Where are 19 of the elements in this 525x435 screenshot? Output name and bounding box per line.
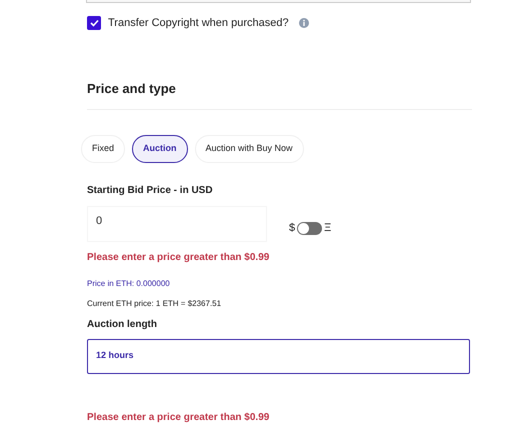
eth-price-text: Price in ETH: 0.000000 [87,278,171,290]
error-message: Please enter a price greater than $0.99 [87,250,270,264]
dollar-label: $ [289,221,296,236]
checkbox[interactable] [87,16,101,30]
type-tab[interactable]: Auction [132,134,188,162]
eth-label: Ξ [324,221,332,236]
currency-toggle[interactable] [297,222,322,235]
type-tab[interactable]: Auction with Buy Now [194,134,304,162]
price-input[interactable]: 0 [87,206,267,242]
type-tab[interactable]: Fixed [81,134,126,162]
checkbox-label: Transfer Copyright when purchased? [108,16,289,31]
field-label: Starting Bid Price - in USD [87,184,214,198]
error-message: Please enter a price greater than $0.99 [87,410,270,424]
eth-rate-text: Current ETH price: 1 ETH = $2367.51 [87,298,222,310]
auction-length-select[interactable]: 12 hours [87,338,470,374]
check-icon [90,19,98,27]
section-heading: Price and type [87,80,177,98]
info-icon[interactable] [298,18,309,28]
field-label: Auction length [87,318,158,332]
